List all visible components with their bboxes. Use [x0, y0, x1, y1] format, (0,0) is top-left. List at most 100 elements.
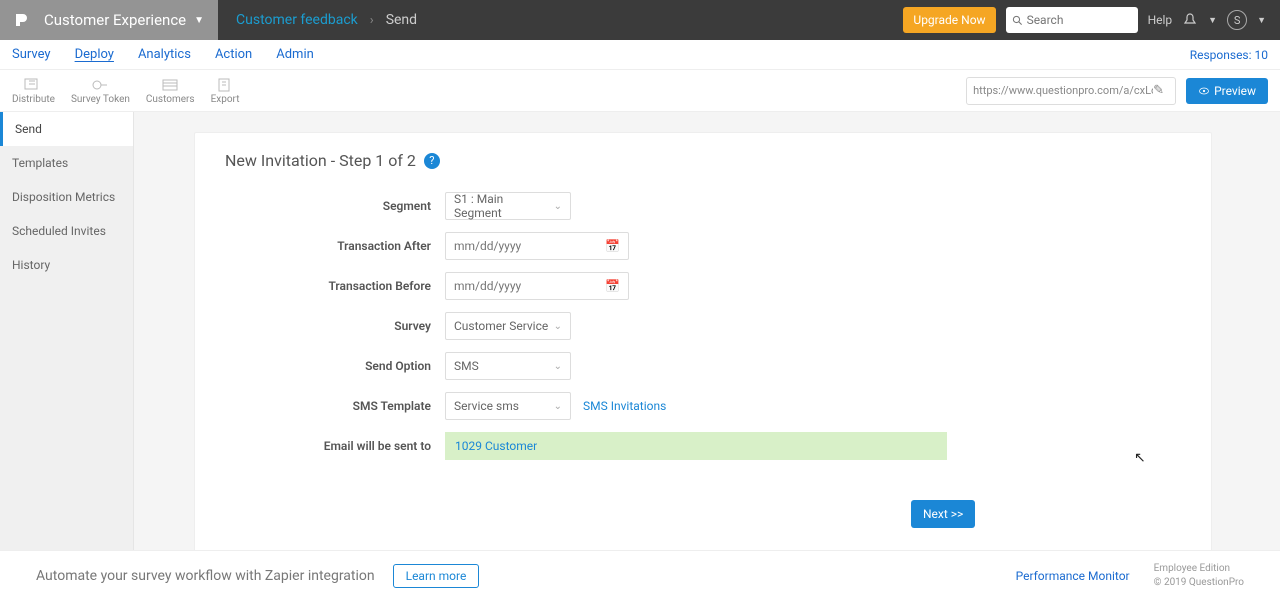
chevron-down-icon: ⌄: [554, 361, 562, 372]
responses-count[interactable]: Responses: 10: [1190, 48, 1268, 62]
survey-url-input[interactable]: [973, 84, 1153, 97]
survey-select[interactable]: Customer Service ⌄: [445, 312, 571, 340]
nav-action[interactable]: Action: [215, 47, 252, 62]
breadcrumb-parent[interactable]: Customer feedback: [236, 12, 358, 28]
next-button[interactable]: Next >>: [911, 500, 975, 528]
chevron-down-icon[interactable]: ▼: [1208, 15, 1217, 26]
search-input[interactable]: [1027, 13, 1132, 27]
transaction-before-input[interactable]: 📅: [445, 272, 629, 300]
breadcrumb-separator-icon: ›: [370, 13, 374, 28]
card-title: New Invitation - Step 1 of 2 ?: [225, 151, 1181, 170]
sidebar-item-scheduled-invites[interactable]: Scheduled Invites: [0, 214, 133, 248]
label-transaction-before: Transaction Before: [225, 279, 445, 293]
label-transaction-after: Transaction After: [225, 239, 445, 253]
row-transaction-after: Transaction After 📅: [225, 232, 1181, 260]
edition-line1: Employee Edition: [1154, 562, 1244, 576]
tool-label: Distribute: [12, 94, 55, 105]
label-sms-template: SMS Template: [225, 399, 445, 413]
help-icon[interactable]: ?: [424, 153, 440, 169]
sms-template-select[interactable]: Service sms ⌄: [445, 392, 571, 420]
sms-invitations-link[interactable]: SMS Invitations: [583, 399, 666, 413]
invitation-card: New Invitation - Step 1 of 2 ? Segment S…: [194, 132, 1212, 550]
row-segment: Segment S1 : Main Segment ⌄: [225, 192, 1181, 220]
sidebar: Send Templates Disposition Metrics Sched…: [0, 112, 134, 550]
app-switcher[interactable]: Customer Experience ▼: [0, 0, 218, 40]
eye-icon: [1198, 85, 1210, 97]
transaction-after-field[interactable]: [454, 239, 594, 253]
promo-text: Automate your survey workflow with Zapie…: [36, 568, 375, 584]
nav-deploy[interactable]: Deploy: [75, 47, 114, 62]
breadcrumb-current: Send: [386, 12, 417, 28]
survey-value: Customer Service: [454, 319, 548, 333]
preview-label: Preview: [1214, 84, 1256, 98]
edit-icon[interactable]: ✎: [1153, 83, 1164, 98]
chevron-down-icon: ⌄: [554, 321, 562, 332]
send-option-select[interactable]: SMS ⌄: [445, 352, 571, 380]
learn-more-button[interactable]: Learn more: [393, 564, 480, 588]
chevron-down-icon: ⌄: [554, 201, 562, 212]
send-option-value: SMS: [454, 359, 479, 373]
performance-monitor-link[interactable]: Performance Monitor: [1016, 569, 1130, 583]
sidebar-item-send[interactable]: Send: [0, 112, 133, 146]
chevron-down-icon: ⌄: [554, 401, 562, 412]
tool-label: Export: [211, 94, 240, 105]
label-survey: Survey: [225, 319, 445, 333]
toolbar-right: ✎ Preview: [966, 77, 1268, 105]
footer: Automate your survey workflow with Zapie…: [0, 550, 1280, 601]
label-segment: Segment: [225, 199, 445, 213]
card-title-text: New Invitation - Step 1 of 2: [225, 151, 416, 170]
sidebar-item-disposition-metrics[interactable]: Disposition Metrics: [0, 180, 133, 214]
token-icon: [89, 76, 111, 94]
topbar-right: Upgrade Now Help ▼ S ▼: [903, 7, 1280, 33]
upgrade-button[interactable]: Upgrade Now: [903, 7, 995, 33]
breadcrumb: Customer feedback › Send: [218, 12, 417, 28]
content: New Invitation - Step 1 of 2 ? Segment S…: [134, 112, 1280, 550]
sidebar-item-templates[interactable]: Templates: [0, 146, 133, 180]
edition-line2: © 2019 QuestionPro: [1154, 576, 1244, 590]
row-sms-template: SMS Template Service sms ⌄ SMS Invitatio…: [225, 392, 1181, 420]
search-icon: [1012, 15, 1023, 26]
distribute-icon: [22, 76, 44, 94]
label-recipients: Email will be sent to: [225, 439, 445, 453]
row-survey: Survey Customer Service ⌄: [225, 312, 1181, 340]
segment-value: S1 : Main Segment: [454, 192, 554, 220]
preview-button[interactable]: Preview: [1186, 78, 1268, 104]
survey-url-field[interactable]: ✎: [966, 77, 1176, 105]
tool-survey-token[interactable]: Survey Token: [71, 76, 130, 105]
transaction-after-input[interactable]: 📅: [445, 232, 629, 260]
segment-select[interactable]: S1 : Main Segment ⌄: [445, 192, 571, 220]
export-icon: [214, 76, 236, 94]
calendar-icon[interactable]: 📅: [605, 239, 620, 253]
tool-distribute[interactable]: Distribute: [12, 76, 55, 105]
user-avatar[interactable]: S: [1227, 10, 1247, 30]
tool-label: Survey Token: [71, 94, 130, 105]
chevron-down-icon[interactable]: ▼: [1257, 15, 1266, 26]
row-recipients: Email will be sent to 1029 Customer: [225, 432, 1181, 460]
nav-survey[interactable]: Survey: [12, 47, 51, 62]
tool-label: Customers: [146, 94, 195, 105]
main-nav: Survey Deploy Analytics Action Admin Res…: [0, 40, 1280, 70]
nav-analytics[interactable]: Analytics: [138, 47, 191, 62]
search-input-wrapper[interactable]: [1006, 7, 1138, 33]
toolbar: Distribute Survey Token Customers Export…: [0, 70, 1280, 112]
notifications-icon[interactable]: [1182, 12, 1198, 28]
recipients-summary: 1029 Customer: [445, 432, 947, 460]
nav-admin[interactable]: Admin: [276, 47, 314, 62]
recipients-count[interactable]: 1029 Customer: [455, 439, 537, 453]
transaction-before-field[interactable]: [454, 279, 594, 293]
help-link[interactable]: Help: [1148, 13, 1173, 27]
logo-icon: [12, 11, 30, 29]
row-send-option: Send Option SMS ⌄: [225, 352, 1181, 380]
label-send-option: Send Option: [225, 359, 445, 373]
sidebar-item-history[interactable]: History: [0, 248, 133, 282]
app-name: Customer Experience: [44, 11, 186, 29]
customers-icon: [159, 76, 181, 94]
calendar-icon[interactable]: 📅: [605, 279, 620, 293]
chevron-down-icon: ▼: [194, 15, 204, 26]
edition-block: Employee Edition © 2019 QuestionPro: [1154, 562, 1244, 590]
topbar: Customer Experience ▼ Customer feedback …: [0, 0, 1280, 40]
row-transaction-before: Transaction Before 📅: [225, 272, 1181, 300]
body: Send Templates Disposition Metrics Sched…: [0, 112, 1280, 550]
tool-export[interactable]: Export: [211, 76, 240, 105]
tool-customers[interactable]: Customers: [146, 76, 195, 105]
